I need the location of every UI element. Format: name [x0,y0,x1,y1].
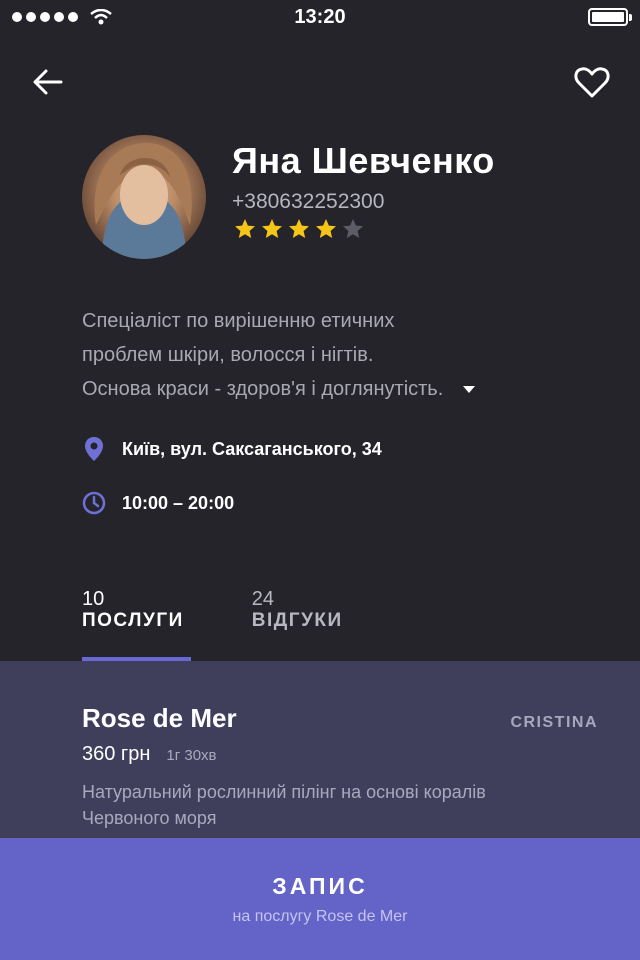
tab-label: ВІДГУКИ [251,610,343,631]
service-description: Натуральний рослинний пілінг на основі к… [82,782,486,828]
tab-services[interactable]: 10 ПОСЛУГИ [82,588,184,632]
service-duration: 1г 30хв [166,747,217,764]
address-text: Київ, вул. Саксаганського, 34 [122,438,382,459]
avatar [82,135,206,259]
service-master: CRISTINA [510,714,598,731]
favorite-button[interactable] [572,62,612,102]
chevron-down-icon[interactable] [463,386,476,394]
address-row[interactable]: Київ, вул. Саксаганського, 34 [82,435,382,463]
service-card[interactable]: Rose de Mer CRISTINA 360 грн 1г 30хв Нату… [0,661,640,841]
tab-bar: 10 ПОСЛУГИ 24 ВІДГУКИ [82,588,343,632]
star-filled-icon [262,219,282,238]
service-title: Rose de Mer [82,703,237,733]
tab-count: 24 [251,588,275,610]
book-button-sublabel: на послугу Rose de Mer [232,907,408,925]
tab-count: 10 [82,588,105,610]
signal-strength-icon [12,9,112,25]
back-button[interactable] [28,62,68,102]
profile-name: Яна Шевченко [232,140,495,181]
service-price-row: 360 грн 1г 30хв [82,743,217,766]
location-pin-icon [82,435,106,463]
status-bar: 13:20 [0,0,640,34]
battery-icon [588,8,632,26]
clock-icon [82,489,106,517]
star-filled-icon [289,219,309,238]
description-line: Спеціаліст по вирішенню етичних [82,310,395,332]
description-line: Основа краси - здоров'я і доглянутість. [82,372,552,406]
wifi-icon [90,9,112,25]
tab-label: ПОСЛУГИ [82,610,184,631]
description-line: проблем шкіри, волосся і нігтів. [82,344,374,366]
rating-stars [234,218,364,240]
book-button-label: ЗАПИС [272,872,368,899]
heart-icon [574,67,610,98]
service-price: 360 грн [82,743,151,765]
star-filled-icon [316,219,336,238]
star-filled-icon [235,219,255,238]
hours-text: 10:00 – 20:00 [122,492,235,513]
star-empty-icon [343,219,363,238]
profile-description: Спеціаліст по вирішенню етичних проблем … [82,304,552,406]
profile-phone[interactable]: +380632252300 [232,190,384,214]
book-button[interactable]: ЗАПИС на послугу Rose de Mer [0,838,640,960]
status-time: 13:20 [294,5,346,28]
tab-reviews[interactable]: 24 ВІДГУКИ [252,588,343,632]
hours-row: 10:00 – 20:00 [82,489,234,517]
arrow-left-icon [33,69,63,95]
